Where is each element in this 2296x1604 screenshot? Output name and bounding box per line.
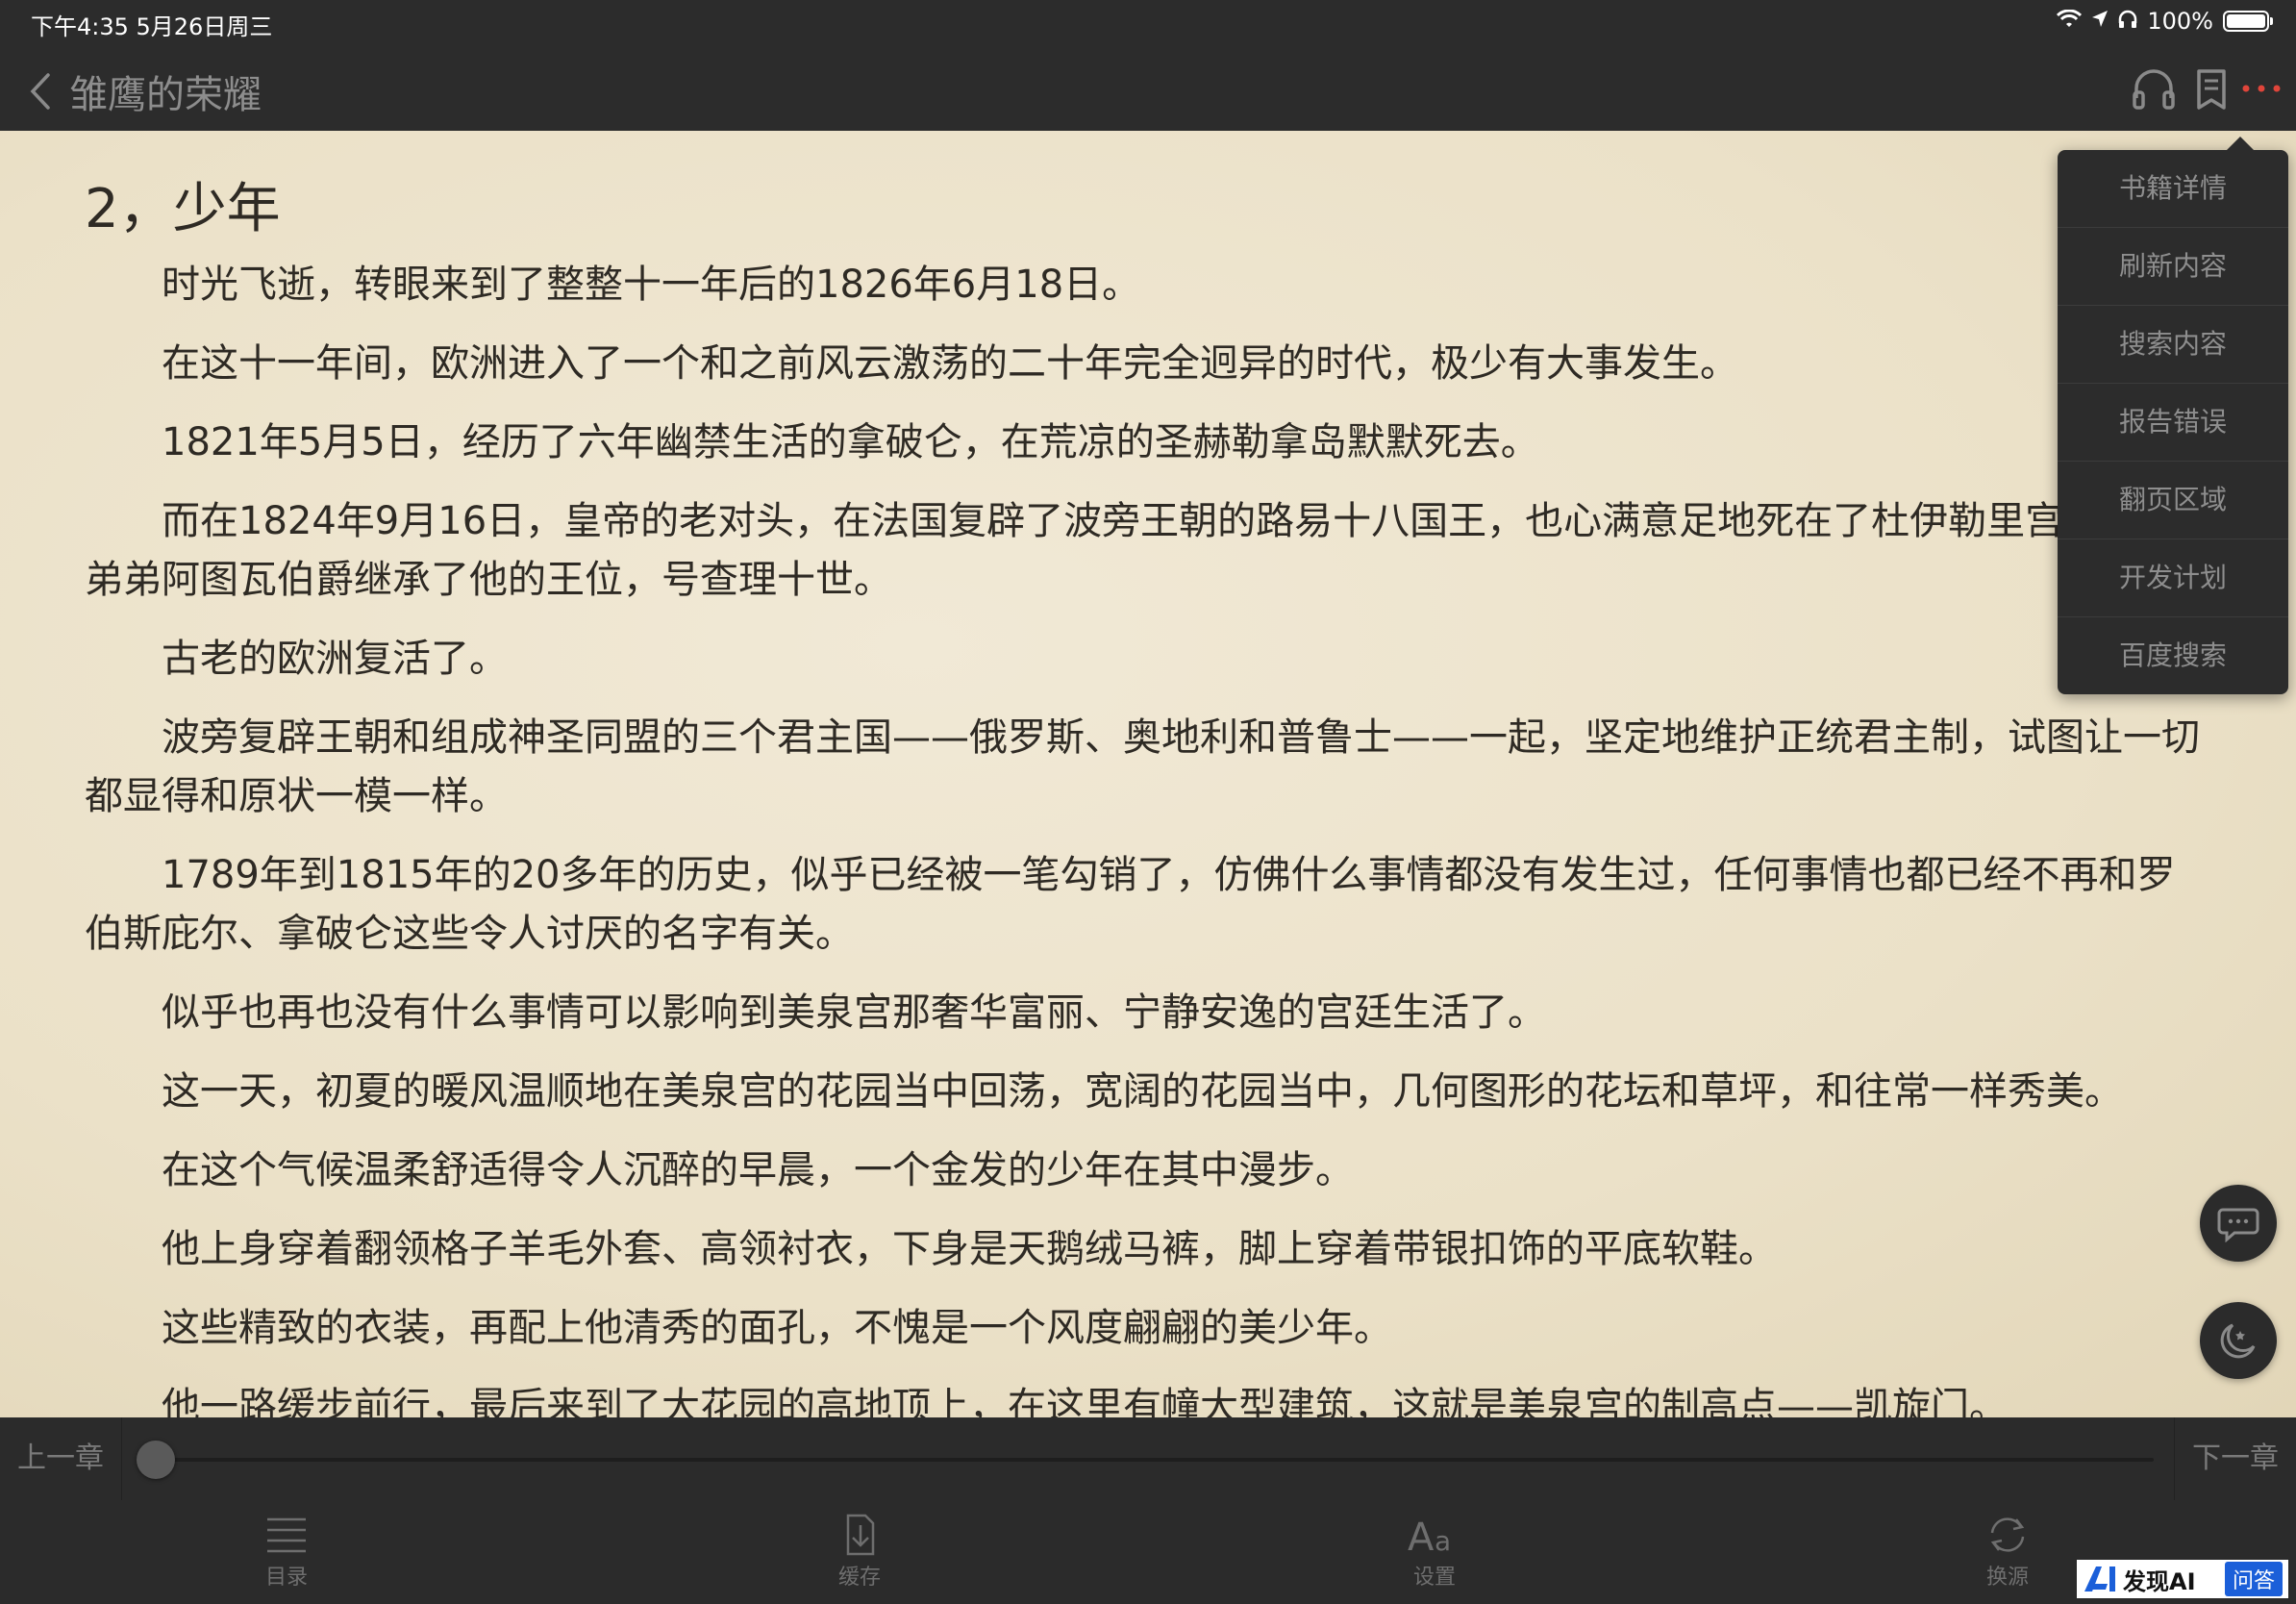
more-dots-icon	[2242, 85, 2281, 92]
refresh-icon	[1990, 1517, 2025, 1552]
menu-item-report-error[interactable]: 报告错误	[2058, 384, 2288, 462]
chat-bubble-icon	[2217, 1208, 2259, 1242]
watermark-name: 发现AI	[2123, 1567, 2196, 1595]
watermark-badge: 问答	[2224, 1562, 2283, 1596]
next-chapter-button[interactable]: 下一章	[2174, 1417, 2296, 1500]
comment-button[interactable]	[2200, 1185, 2277, 1262]
download-icon	[846, 1514, 875, 1556]
chapter-progress-bar: 上一章 下一章	[0, 1417, 2296, 1501]
nav-bar: 雏鹰的荣耀	[0, 46, 2296, 131]
paragraph: 他一路缓步前行，最后来到了大花园的高地顶上，在这里有幢大型建筑，这就是美泉宫的制…	[162, 1385, 2008, 1417]
watermark: 发现AI 问答	[2077, 1560, 2288, 1598]
status-time-date: 下午4:35 5月26日周三	[31, 13, 273, 40]
menu-item-search[interactable]: 搜索内容	[2058, 306, 2288, 384]
list-icon	[267, 1517, 306, 1553]
svg-text:A: A	[1408, 1516, 1435, 1556]
status-indicators: 100%	[2057, 8, 2273, 35]
menu-item-baidu-search[interactable]: 百度搜索	[2058, 617, 2288, 694]
paragraph: 这一天，初夏的暖风温顺地在美泉宫的花园当中回荡，宽阔的花园当中，几何图形的花坛和…	[162, 1069, 2123, 1114]
battery-percent: 100%	[2147, 8, 2213, 35]
menu-item-book-details[interactable]: 书籍详情	[2058, 150, 2288, 228]
toc-button[interactable]: 目录	[229, 1514, 344, 1591]
chapter-title: 2，少年	[85, 178, 281, 240]
paragraph: 古老的欧洲复活了。	[162, 637, 508, 681]
back-button[interactable]: 雏鹰的荣耀	[19, 63, 262, 119]
chapter-content: 时光飞逝，转眼来到了整整十一年后的1826年6月18日。 在这十一年间，欧洲进入…	[85, 256, 2209, 1417]
location-icon	[2091, 8, 2109, 35]
paragraph: 1789年到1815年的20多年的历史，似乎已经被一笔勾销了，仿佛什么事情都没有…	[85, 853, 2176, 956]
back-chevron-icon	[30, 73, 50, 110]
wifi-icon	[2057, 8, 2083, 35]
bookmark-button[interactable]	[2186, 63, 2236, 113]
font-aa-icon: A a	[1408, 1516, 1451, 1556]
change-source-button[interactable]: 换源	[1950, 1514, 2065, 1591]
prev-chapter-button[interactable]: 上一章	[0, 1417, 122, 1500]
more-menu: 书籍详情 刷新内容 搜索内容 报告错误 翻页区域 开发计划 百度搜索	[2058, 137, 2288, 694]
reading-page[interactable]: 2，少年 时光飞逝，转眼来到了整整十一年后的1826年6月18日。 在这十一年间…	[0, 131, 2296, 1417]
ai-logo-icon	[2084, 1566, 2115, 1591]
change-source-label: 换源	[1985, 1566, 2029, 1590]
book-title: 雏鹰的荣耀	[69, 73, 262, 117]
headphones-icon	[2133, 69, 2175, 110]
paragraph: 在这十一年间，欧洲进入了一个和之前风云激荡的二十年完全迥异的时代，极少有大事发生…	[162, 341, 1738, 386]
paragraph: 在这个气候温柔舒适得令人沉醉的早晨，一个金发的少年在其中漫步。	[162, 1148, 1354, 1192]
night-mode-icon	[2220, 1323, 2256, 1359]
listen-button[interactable]	[2129, 63, 2179, 113]
cache-button[interactable]: 缓存	[802, 1514, 917, 1591]
paragraph: 1821年5月5日，经历了六年幽禁生活的拿破仑，在荒凉的圣赫勒拿岛默默死去。	[162, 420, 1539, 464]
battery-icon	[2223, 11, 2273, 32]
svg-text:a: a	[1435, 1525, 1451, 1556]
bookmark-icon	[2197, 69, 2226, 110]
cache-label: 缓存	[837, 1566, 881, 1590]
progress-track[interactable]	[142, 1458, 2154, 1462]
bottom-toolbar: 目录 缓存 A a 设置 换源	[0, 1500, 2296, 1604]
paragraph: 似乎也再也没有什么事情可以影响到美泉宫那奢华富丽、宁静安逸的宫廷生活了。	[162, 990, 1546, 1035]
headphone-status-icon	[2118, 8, 2137, 35]
settings-button[interactable]: A a 设置	[1377, 1514, 1492, 1591]
menu-item-dev-plan[interactable]: 开发计划	[2058, 539, 2288, 617]
more-button[interactable]	[2236, 63, 2286, 113]
toc-label: 目录	[264, 1566, 308, 1590]
menu-item-refresh[interactable]: 刷新内容	[2058, 228, 2288, 306]
watermark-logo: 发现AI	[2083, 1563, 2196, 1596]
paragraph: 他上身穿着翻领格子羊毛外套、高领衬衣，下身是天鹅绒马裤，脚上穿着带银扣饰的平底软…	[162, 1227, 1777, 1271]
settings-label: 设置	[1412, 1566, 1456, 1590]
menu-item-page-turn-area[interactable]: 翻页区域	[2058, 462, 2288, 539]
status-bar: 下午4:35 5月26日周三 100%	[0, 0, 2296, 46]
paragraph: 而在1824年9月16日，皇帝的老对头，在法国复辟了波旁王朝的路易十八国王，也心…	[85, 499, 2180, 602]
progress-slider-handle[interactable]	[137, 1441, 175, 1479]
menu-caret	[2225, 137, 2256, 152]
paragraph: 时光飞逝，转眼来到了整整十一年后的1826年6月18日。	[162, 263, 1141, 307]
paragraph: 波旁复辟王朝和组成神圣同盟的三个君主国——俄罗斯、奥地利和普鲁士——一起，坚定地…	[85, 715, 2200, 818]
night-mode-button[interactable]	[2200, 1302, 2277, 1379]
paragraph: 这些精致的衣装，再配上他清秀的面孔，不愧是一个风度翩翩的美少年。	[162, 1306, 1392, 1350]
